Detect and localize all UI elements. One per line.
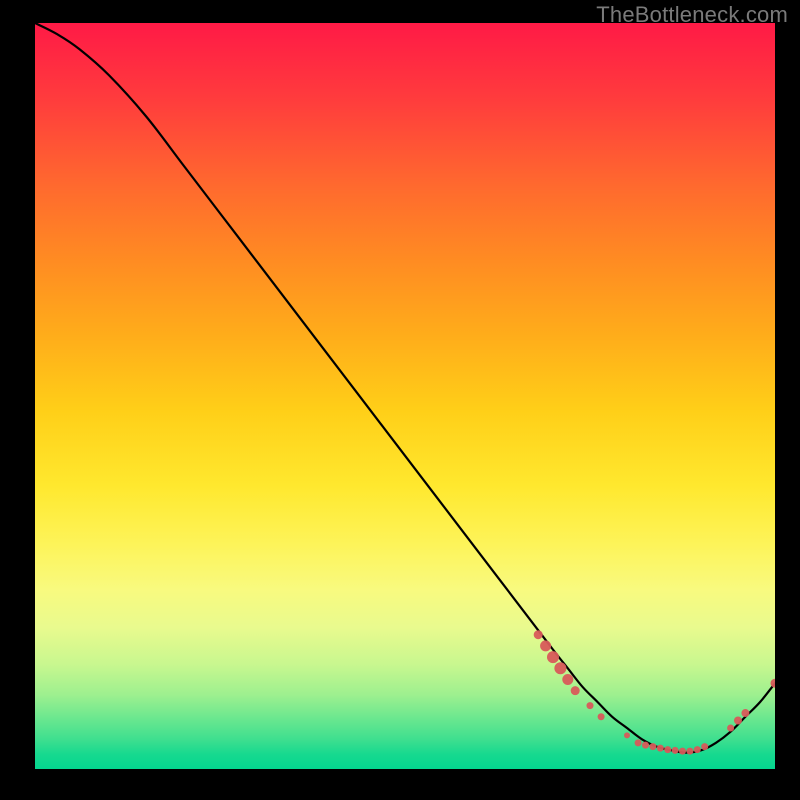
data-marker — [624, 732, 630, 738]
data-marker — [554, 662, 566, 674]
chart-stage: TheBottleneck.com — [0, 0, 800, 800]
data-marker — [571, 686, 580, 695]
data-marker — [694, 746, 701, 753]
data-marker — [598, 713, 605, 720]
data-marker — [562, 674, 573, 685]
data-marker — [727, 724, 734, 731]
data-marker — [686, 748, 693, 755]
data-marker — [635, 739, 642, 746]
data-marker — [540, 640, 551, 651]
data-marker — [679, 748, 686, 755]
data-marker — [534, 630, 543, 639]
bottleneck-curve — [35, 23, 775, 753]
data-marker — [771, 679, 776, 688]
data-marker — [664, 746, 671, 753]
marker-group — [534, 630, 775, 754]
data-marker — [701, 743, 708, 750]
data-marker — [734, 717, 742, 725]
data-marker — [741, 709, 749, 717]
data-marker — [672, 747, 679, 754]
data-marker — [642, 742, 649, 749]
data-marker — [547, 651, 559, 663]
data-marker — [649, 743, 656, 750]
curve-layer — [35, 23, 775, 769]
plot-area — [35, 23, 775, 769]
data-marker — [657, 745, 664, 752]
data-marker — [587, 702, 594, 709]
